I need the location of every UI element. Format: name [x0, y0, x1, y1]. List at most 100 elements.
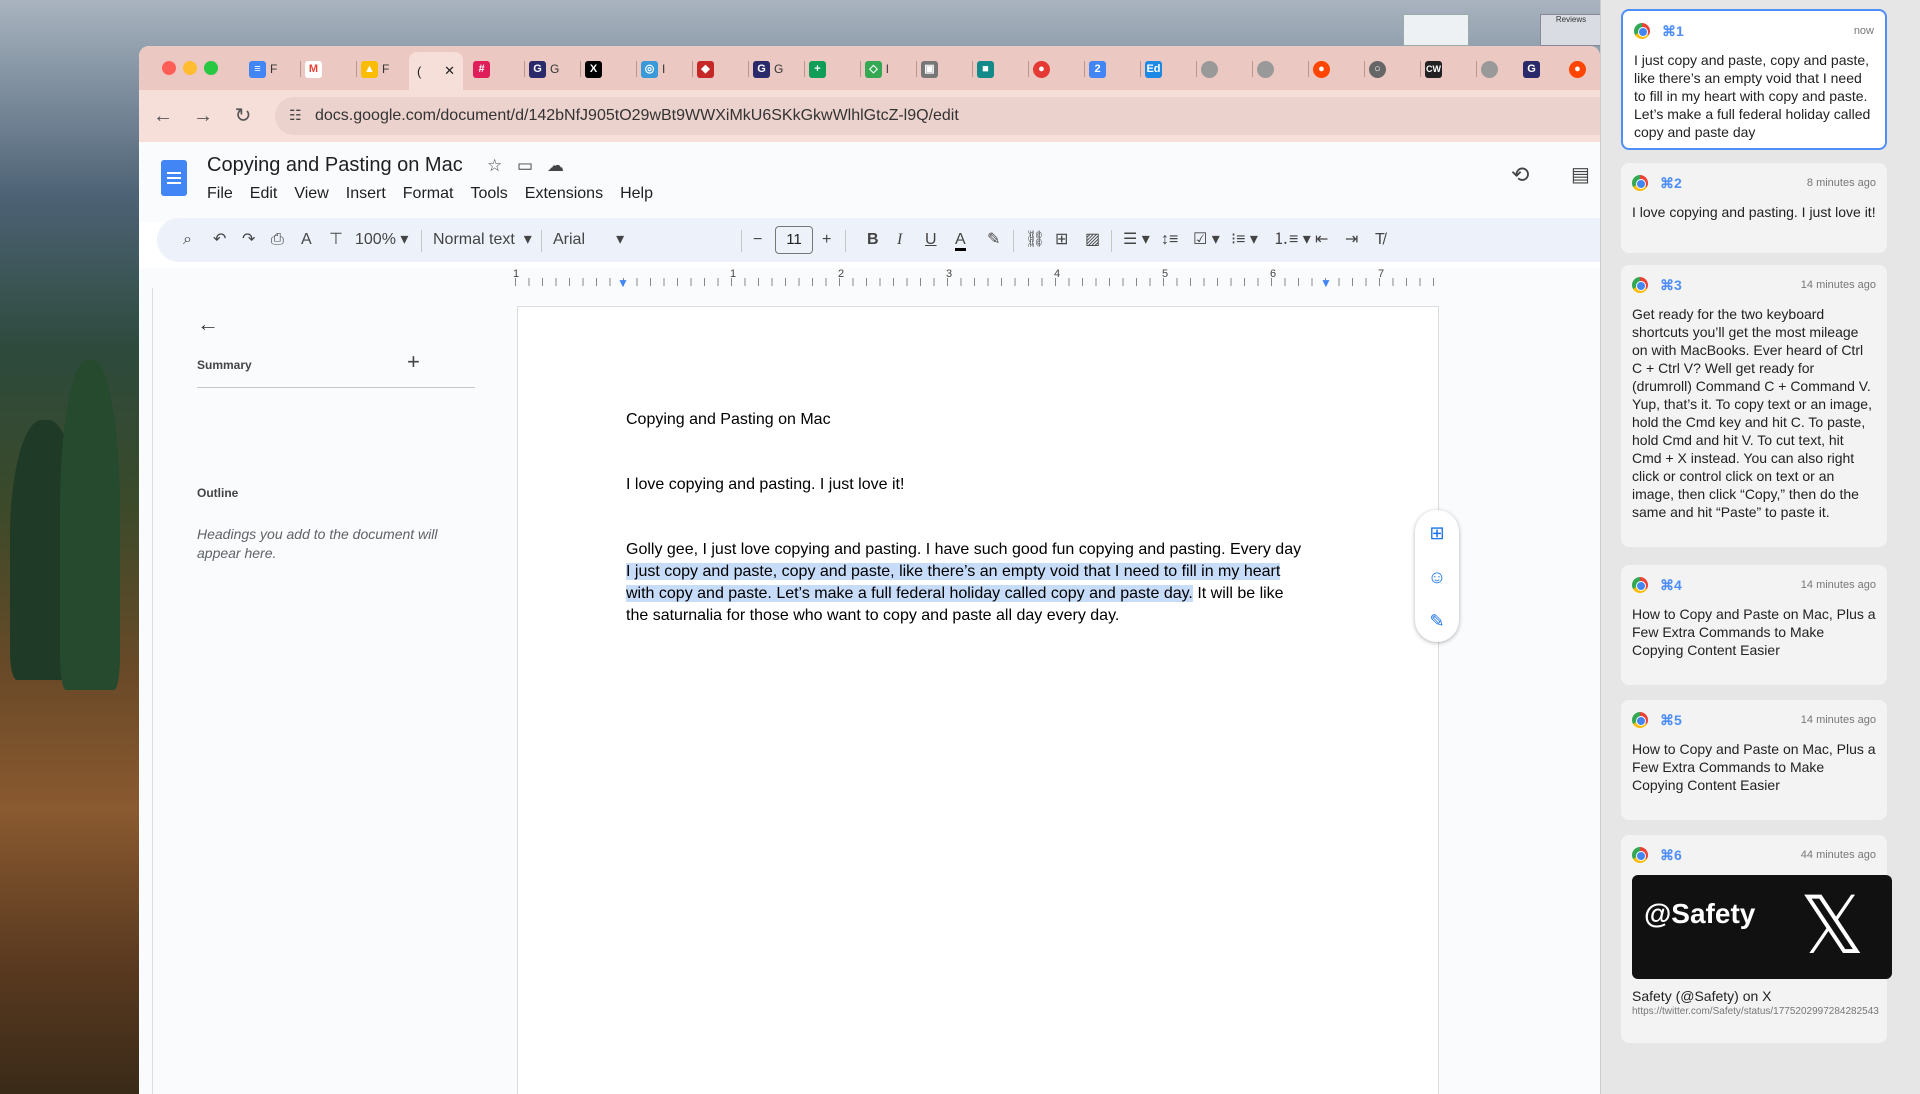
close-tab-icon[interactable]: ✕	[444, 63, 455, 79]
tab-shield[interactable]: ◆	[697, 56, 749, 82]
decrease-indent-icon[interactable]: ⇤	[1315, 229, 1328, 251]
tab-g2[interactable]: GG	[753, 56, 805, 82]
mini-window-thumbnail[interactable]: Reviews	[1540, 14, 1602, 46]
clipboard-item[interactable]: ⌘4 14 minutes ago How to Copy and Paste o…	[1621, 565, 1887, 685]
tab-active[interactable]: (✕	[409, 52, 463, 90]
cloud-saved-icon[interactable]: ☁	[547, 156, 564, 176]
tab-sheets[interactable]: +	[809, 56, 861, 82]
google-docs-logo-icon[interactable]	[161, 160, 187, 196]
chrome-icon	[1632, 175, 1648, 191]
font-select[interactable]: Arial ▾	[553, 229, 624, 251]
reload-icon[interactable]: ↻	[230, 103, 256, 129]
bulleted-list-icon[interactable]: ⁝≡ ▾	[1231, 229, 1258, 251]
menu-extensions[interactable]: Extensions	[525, 185, 603, 203]
tab-g3[interactable]: G	[1523, 56, 1575, 82]
clipboard-item[interactable]: ⌘6 44 minutes ago @Safety 𝕏 Safety (@Safe…	[1621, 835, 1892, 1043]
add-comment-icon[interactable]: ⊞	[1426, 522, 1448, 544]
version-history-icon[interactable]: ⟲	[1511, 162, 1529, 188]
hide-outline-arrow-icon[interactable]: ←	[197, 311, 219, 337]
tab-apple1[interactable]	[1201, 56, 1253, 82]
menu-help[interactable]: Help	[620, 185, 653, 203]
comments-icon[interactable]: ▤	[1571, 162, 1590, 187]
doc-paragraph[interactable]: Golly gee, I just love copying and pasti…	[626, 539, 1346, 627]
tab-calendar[interactable]: 2	[1089, 56, 1141, 82]
back-arrow-icon[interactable]: ←	[150, 103, 176, 129]
tab-teal[interactable]: ■	[977, 56, 1029, 82]
insert-image-icon[interactable]: ▨	[1085, 229, 1100, 251]
numbered-list-icon[interactable]: ⒈≡ ▾	[1273, 229, 1311, 251]
increase-indent-icon[interactable]: ⇥	[1345, 229, 1358, 251]
line-spacing-icon[interactable]: ↕≡	[1161, 229, 1178, 251]
site-info-icon[interactable]: ☷	[289, 107, 302, 124]
browser-toolbar: ← → ↻ ☷ docs.google.com/document/d/142bN…	[139, 90, 1600, 142]
maximize-window-button[interactable]	[204, 61, 218, 75]
tab-slack[interactable]: #	[473, 56, 525, 82]
add-comment-icon[interactable]: ⊞	[1055, 229, 1068, 251]
clipboard-item[interactable]: ⌘1 now I just copy and paste, copy and pa…	[1621, 9, 1887, 150]
search-menus-icon[interactable]: ⌕	[183, 229, 192, 251]
tab-web[interactable]: ○	[1369, 56, 1421, 82]
move-folder-icon[interactable]: ▭	[517, 156, 533, 176]
add-summary-icon[interactable]: +	[407, 349, 420, 375]
tab-lock[interactable]: ▣	[921, 56, 973, 82]
menu-format[interactable]: Format	[403, 185, 454, 203]
undo-icon[interactable]: ↶	[213, 229, 226, 251]
align-icon[interactable]: ☰ ▾	[1123, 229, 1150, 251]
clear-formatting-icon[interactable]: T̸	[1375, 229, 1385, 251]
divider	[197, 387, 475, 388]
tab-tomato[interactable]: ●	[1033, 56, 1085, 82]
clipboard-item[interactable]: ⌘3 14 minutes ago Get ready for the two k…	[1621, 265, 1887, 547]
text-color-icon[interactable]: A	[955, 229, 966, 251]
horizontal-ruler: 1 1 2 3 4 5 6 7 ▼ ▼	[139, 268, 1600, 290]
redo-icon[interactable]: ↷	[242, 229, 255, 251]
clipboard-item[interactable]: ⌘2 8 minutes ago I love copying and pasti…	[1621, 163, 1887, 253]
insert-link-icon[interactable]: ⛓	[1025, 229, 1045, 251]
tab-globe[interactable]: ◎ I	[641, 56, 693, 82]
forward-arrow-icon[interactable]: →	[190, 103, 216, 129]
document-title[interactable]: Copying and Pasting on Mac	[207, 154, 463, 177]
tab-gmail[interactable]: M	[305, 56, 357, 82]
tab-g[interactable]: GG	[529, 56, 581, 82]
font-size-input[interactable]: 11	[775, 226, 813, 254]
doc-paragraph[interactable]: I love copying and pasting. I just love …	[626, 474, 904, 496]
document-page[interactable]: Copying and Pasting on Mac I love copyin…	[517, 306, 1439, 1094]
tab-cw[interactable]: CW	[1425, 56, 1477, 82]
tab-ed[interactable]: Ed	[1145, 56, 1197, 82]
minimize-window-button[interactable]	[183, 61, 197, 75]
tab-diamond[interactable]: ◇ l	[865, 56, 917, 82]
tab-x[interactable]: X	[585, 56, 637, 82]
menu-edit[interactable]: Edit	[250, 185, 278, 203]
bold-icon[interactable]: B	[867, 229, 879, 251]
menu-tools[interactable]: Tools	[470, 185, 507, 203]
tab-docs[interactable]: ≡ F	[249, 56, 301, 82]
star-icon[interactable]: ☆	[487, 156, 502, 176]
clipboard-item[interactable]: ⌘5 14 minutes ago How to Copy and Paste o…	[1621, 700, 1887, 820]
font-value: Arial	[553, 231, 586, 248]
tab-reddit[interactable]: ●	[1313, 56, 1365, 82]
chrome-icon	[1632, 577, 1648, 593]
highlight-color-icon[interactable]: ✎	[987, 229, 1000, 251]
paint-format-icon[interactable]: ⊤	[329, 229, 343, 251]
menu-view[interactable]: View	[294, 185, 328, 203]
ed-favicon-icon: Ed	[1145, 60, 1162, 78]
suggest-edits-icon[interactable]: ✎	[1426, 610, 1448, 632]
italic-icon[interactable]: I	[897, 229, 902, 251]
menu-insert[interactable]: Insert	[346, 185, 386, 203]
checklist-icon[interactable]: ☑ ▾	[1193, 229, 1220, 251]
underline-icon[interactable]: U	[925, 229, 937, 251]
close-window-button[interactable]	[162, 61, 176, 75]
print-icon[interactable]: ⎙	[271, 229, 284, 251]
mini-window-thumbnail[interactable]	[1403, 14, 1469, 46]
zoom-select[interactable]: 100% ▾	[355, 229, 408, 251]
style-select[interactable]: Normal text ▾	[433, 229, 532, 251]
spellcheck-icon[interactable]: A	[301, 229, 312, 251]
menu-file[interactable]: File	[207, 185, 233, 203]
emoji-reaction-icon[interactable]: ☺	[1426, 566, 1448, 588]
decrease-font-size-icon[interactable]: −	[753, 229, 762, 251]
tab-apple2[interactable]	[1257, 56, 1309, 82]
doc-heading-line[interactable]: Copying and Pasting on Mac	[626, 409, 831, 431]
address-bar[interactable]: ☷ docs.google.com/document/d/142bNfJ905t…	[275, 97, 1600, 135]
increase-font-size-icon[interactable]: +	[822, 229, 831, 251]
tab-reddit2[interactable]: ●	[1569, 56, 1599, 82]
tab-drive[interactable]: ▲ F	[361, 56, 413, 82]
